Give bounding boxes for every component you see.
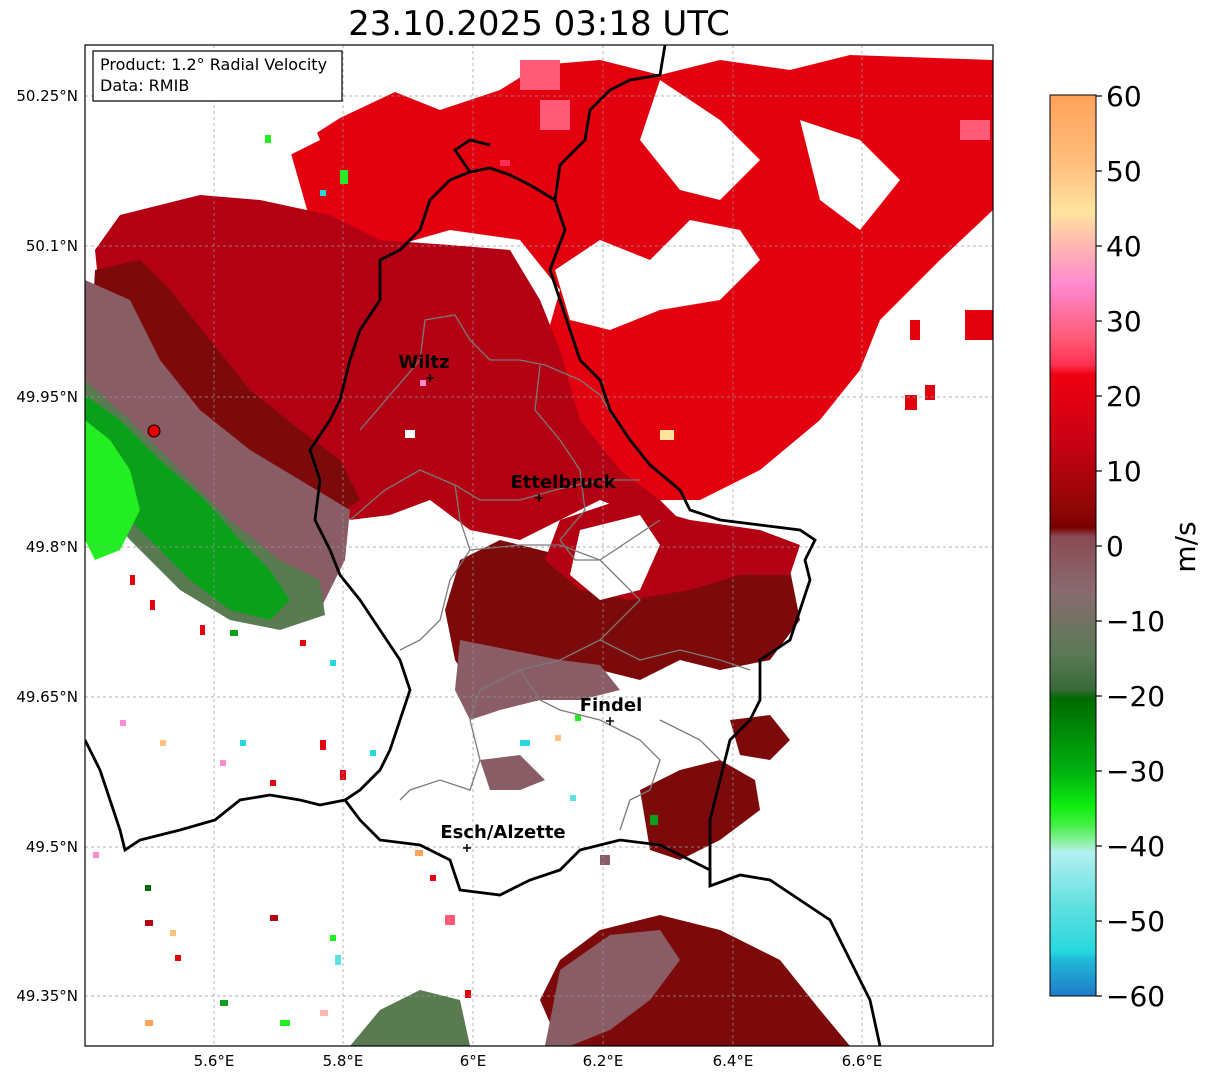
lon-tick: 6.4°E	[713, 1052, 754, 1070]
lon-tick: 5.6°E	[194, 1052, 235, 1070]
lon-tick: 6.2°E	[583, 1052, 624, 1070]
product-info-box: Product: 1.2° Radial Velocity Data: RMIB	[92, 50, 343, 102]
lat-tick: 49.95°N	[16, 388, 78, 406]
colorbar-tick-label: 60	[1106, 80, 1142, 113]
colorbar-tick-label: 50	[1106, 155, 1142, 188]
colorbar-unit-label: m/s	[1169, 521, 1202, 572]
lat-tick: 49.65°N	[16, 688, 78, 706]
colorbar-tick-label: −20	[1106, 680, 1165, 713]
product-label: Product: 1.2° Radial Velocity	[100, 55, 327, 74]
lon-tick: 5.8°E	[323, 1052, 364, 1070]
longitude-labels: 5.6°E 5.8°E 6°E 6.2°E 6.4°E 6.6°E	[194, 1052, 883, 1070]
colorbar-tick-label: 40	[1106, 230, 1142, 263]
colorbar-tick-label: 10	[1106, 455, 1142, 488]
city-label: Wiltz	[398, 352, 449, 373]
latitude-labels: 50.25°N 50.1°N 49.95°N 49.8°N 49.65°N 49…	[16, 87, 78, 1005]
radar-echoes	[85, 55, 993, 1046]
colorbar-tick-labels: 60 50 40 30 20 10 0 −10 −20 −30 −40 −50 …	[1106, 80, 1165, 1013]
radar-site-marker	[147, 424, 161, 438]
colorbar-tick-label: −40	[1106, 830, 1165, 863]
lat-tick: 49.8°N	[26, 538, 78, 556]
colorbar-tick-label: 0	[1106, 530, 1124, 563]
lat-tick: 50.25°N	[16, 87, 78, 105]
colorbar: 60 50 40 30 20 10 0 −10 −20 −30 −40 −50 …	[1049, 80, 1202, 1013]
colorbar-tick-label: 20	[1106, 380, 1142, 413]
lon-tick: 6°E	[460, 1052, 487, 1070]
city-label: Ettelbruck	[510, 472, 616, 493]
colorbar-gradient	[1049, 94, 1097, 997]
colorbar-tick-label: −60	[1106, 980, 1165, 1013]
data-source-label: Data: RMIB	[100, 76, 189, 95]
lat-tick: 49.5°N	[26, 838, 78, 856]
colorbar-tick-label: −30	[1106, 755, 1165, 788]
colorbar-ticks	[1096, 95, 1102, 997]
lat-tick: 49.35°N	[16, 987, 78, 1005]
colorbar-tick-label: −10	[1106, 605, 1165, 638]
city-label: Findel	[580, 695, 643, 716]
colorbar-tick-label: 30	[1106, 305, 1142, 338]
radar-figure: Wiltz Ettelbruck Findel Esch/Alzette Pro…	[16, 44, 1202, 1070]
city-label: Esch/Alzette	[440, 822, 565, 843]
lat-tick: 50.1°N	[26, 237, 78, 255]
colorbar-tick-label: −50	[1106, 905, 1165, 938]
city-marker	[463, 844, 471, 852]
lon-tick: 6.6°E	[842, 1052, 883, 1070]
